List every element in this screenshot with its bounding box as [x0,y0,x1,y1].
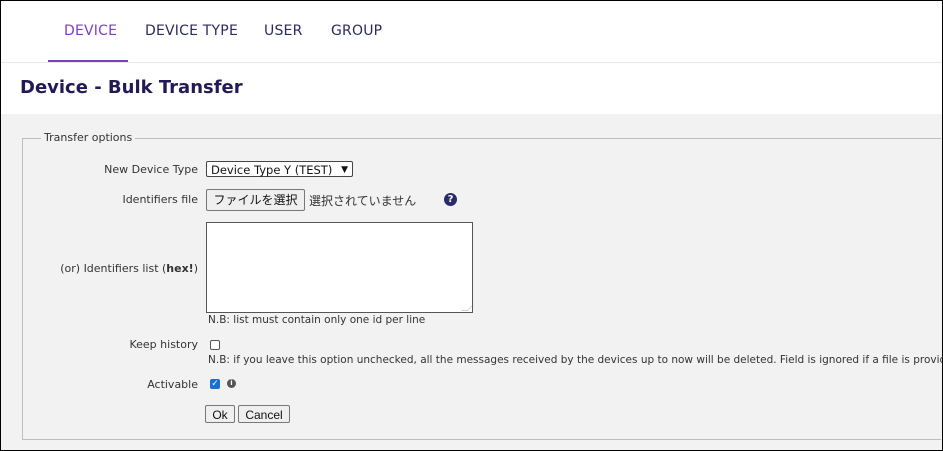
fieldset-legend: Transfer options [41,131,136,144]
ok-button[interactable]: Ok [205,405,235,423]
tab-user[interactable]: USER [264,23,303,39]
choose-file-button[interactable]: ファイルを選択 [206,189,305,211]
new-device-type-label: New Device Type [104,163,198,176]
tab-device-type[interactable]: DEVICE TYPE [145,23,238,39]
new-device-type-selected-value: Device Type Y (TEST) [211,163,333,177]
question-circle-icon[interactable]: ? [444,193,457,206]
new-device-type-select[interactable]: Device Type Y (TEST) ▼ [206,161,353,177]
identifiers-list-textarea[interactable] [206,222,473,313]
chevron-down-icon: ▼ [341,165,348,175]
file-status-text: 選択されていません [309,194,417,208]
activable-label: Activable [147,378,198,391]
identifiers-list-label: (or) Identifiers list (hex!) [60,262,198,275]
active-tab-indicator [48,60,128,62]
top-nav: DEVICE DEVICE TYPE USER GROUP [1,1,942,63]
page-title: Device - Bulk Transfer [20,77,243,98]
identifiers-file-label: Identifiers file [122,193,198,206]
tab-group[interactable]: GROUP [331,23,382,39]
keep-history-label: Keep history [129,338,198,351]
activable-checkbox[interactable]: ✓ [210,379,220,389]
tab-device[interactable]: DEVICE [64,23,117,39]
keep-history-checkbox[interactable] [210,340,220,350]
info-circle-icon[interactable]: i [227,379,236,388]
transfer-options-fieldset [22,138,941,440]
identifiers-list-note: N.B: list must contain only one id per l… [208,314,426,326]
cancel-button[interactable]: Cancel [238,405,290,423]
keep-history-note: N.B: if you leave this option unchecked,… [208,354,943,366]
